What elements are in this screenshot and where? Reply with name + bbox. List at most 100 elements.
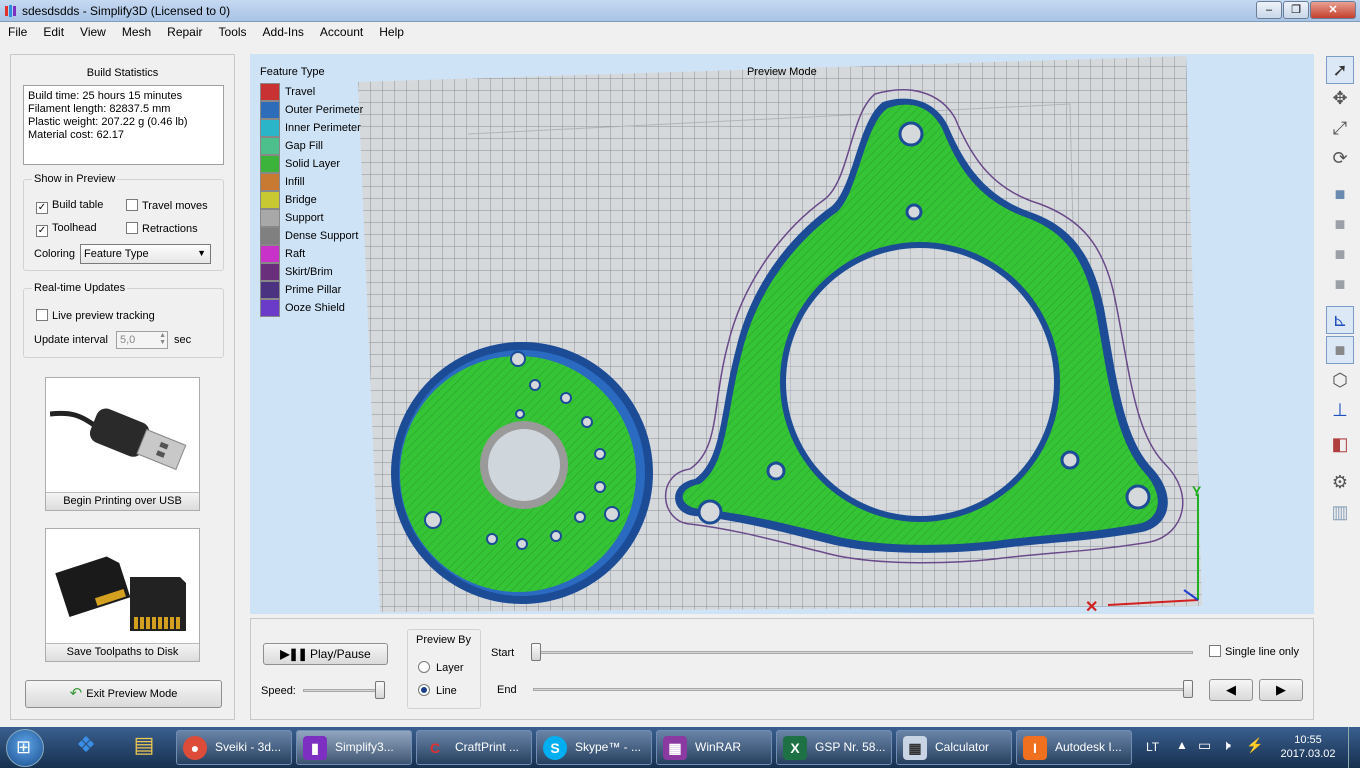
toolhead-option[interactable]: ✓ Toolhead (36, 222, 97, 237)
legend-swatch (260, 155, 280, 173)
build-table-option[interactable]: ✓ Build table (36, 199, 103, 214)
arrow-left-icon: ◀ (1226, 682, 1236, 697)
line-radio[interactable] (418, 684, 430, 696)
clock-date: 2017.03.02 (1280, 748, 1336, 760)
retractions-option[interactable]: Retractions (126, 222, 198, 235)
move-tool-icon[interactable]: ✥ (1326, 84, 1354, 112)
menu-add-ins[interactable]: Add-Ins (255, 22, 312, 39)
axes-toggle-icon[interactable]: ⊾ (1326, 306, 1354, 334)
maximize-button[interactable]: ❐ (1283, 1, 1309, 19)
coloring-dropdown[interactable]: Feature Type ▼ (80, 244, 211, 264)
cross-section-icon[interactable]: ◧ (1326, 430, 1354, 458)
single-line-option[interactable]: Single line only (1209, 645, 1299, 658)
menu-repair[interactable]: Repair (159, 22, 210, 39)
scale-tool-icon[interactable]: ⤢ (1326, 114, 1354, 142)
stat-build-time: Build time: 25 hours 15 minutes (28, 90, 183, 102)
live-preview-checkbox[interactable] (36, 309, 48, 321)
calculator-icon: ▦ (903, 736, 927, 760)
update-interval-spinbox[interactable]: 5,0 ▲ ▼ (116, 331, 168, 349)
legend-swatch (260, 119, 280, 137)
view-top-icon[interactable]: ■ (1326, 270, 1354, 298)
legend-swatch (260, 209, 280, 227)
view-front-icon[interactable]: ■ (1326, 210, 1354, 238)
menu-tools[interactable]: Tools (211, 22, 255, 39)
toolhead-checkbox[interactable]: ✓ (36, 225, 48, 237)
volume-icon[interactable]: 🕨 (1222, 737, 1231, 754)
single-line-checkbox[interactable] (1209, 645, 1221, 657)
step-forward-button[interactable]: ▶ (1259, 679, 1303, 701)
step-back-button[interactable]: ◀ (1209, 679, 1253, 701)
legend-swatch (260, 281, 280, 299)
svg-text:Y: Y (1192, 483, 1202, 499)
legend-title: Feature Type (260, 66, 325, 78)
update-interval-label: Update interval (34, 334, 108, 346)
network-icon[interactable]: ▭ (1198, 737, 1211, 754)
start-slider-track[interactable] (533, 651, 1193, 654)
start-slider-thumb[interactable] (531, 643, 541, 661)
build-table-checkbox[interactable]: ✓ (36, 202, 48, 214)
exit-preview-mode-button[interactable]: ↶ Exit Preview Mode (25, 680, 222, 708)
rotate-tool-icon[interactable]: ⟳ (1326, 144, 1354, 172)
dropbox-icon[interactable]: ❖ (70, 732, 102, 764)
svg-text:✕: ✕ (1085, 599, 1098, 614)
gear-icon[interactable]: ⚙ (1326, 468, 1354, 496)
build-statistics-box: Build time: 25 hours 15 minutes Filament… (23, 85, 224, 165)
speed-slider-track[interactable] (303, 689, 385, 692)
legend-swatch (260, 227, 280, 245)
task-excel[interactable]: X GSP Nr. 58... (776, 730, 892, 765)
task-autodesk[interactable]: I Autodesk I... (1016, 730, 1132, 765)
task-calculator[interactable]: ▦ Calculator (896, 730, 1012, 765)
small-disc-part[interactable] (391, 342, 653, 604)
menu-mesh[interactable]: Mesh (114, 22, 159, 39)
arrow-right-icon: ▶ (1276, 682, 1286, 697)
select-tool-icon[interactable]: ➚ (1326, 56, 1354, 84)
preview-viewport[interactable]: ✕ Y Feature Type Preview Mode Travel Out… (250, 54, 1314, 614)
file-explorer-icon[interactable]: ▤ (128, 732, 160, 764)
end-slider-track[interactable] (533, 688, 1193, 691)
power-icon[interactable]: ⚡ (1246, 737, 1263, 754)
retractions-checkbox[interactable] (126, 222, 138, 234)
task-skype[interactable]: S Skype™ - ... (536, 730, 652, 765)
task-simplify3d[interactable]: ▮ Simplify3... (296, 730, 412, 765)
spin-arrows-icon[interactable]: ▲ ▼ (159, 332, 166, 346)
preview-by-line[interactable]: Line (418, 684, 457, 697)
preview-by-layer[interactable]: Layer (418, 661, 464, 674)
menu-account[interactable]: Account (312, 22, 371, 39)
solid-view-icon[interactable]: ■ (1326, 336, 1354, 364)
task-winrar[interactable]: ▦ WinRAR (656, 730, 772, 765)
menu-help[interactable]: Help (371, 22, 412, 39)
speed-slider-thumb[interactable] (375, 681, 385, 699)
view-side-icon[interactable]: ■ (1326, 240, 1354, 268)
play-pause-button[interactable]: ▶❚❚ Play/Pause (263, 643, 388, 665)
task-craftprint[interactable]: C CraftPrint ... (416, 730, 532, 765)
save-toolpaths-disk-button[interactable]: Save Toolpaths to Disk (45, 528, 200, 662)
menu-view[interactable]: View (72, 22, 114, 39)
view-cube-icon[interactable]: ■ (1326, 180, 1354, 208)
travel-moves-checkbox[interactable] (126, 199, 138, 211)
tray-expand-icon[interactable]: ▲ (1176, 738, 1188, 752)
end-slider-thumb[interactable] (1183, 680, 1193, 698)
menu-edit[interactable]: Edit (35, 22, 72, 39)
start-button[interactable]: ⊞ (6, 729, 44, 767)
wireframe-view-icon[interactable]: ⬡ (1326, 366, 1354, 394)
normals-icon[interactable]: ⊥ (1326, 396, 1354, 424)
close-button[interactable]: ✕ (1310, 1, 1356, 19)
live-preview-option[interactable]: Live preview tracking (36, 309, 155, 322)
left-panel: Build Statistics Build time: 25 hours 15… (10, 54, 235, 720)
layer-radio[interactable] (418, 661, 430, 673)
preview-by-title: Preview By (416, 634, 472, 646)
build-plate-render[interactable]: ✕ Y (250, 54, 1314, 614)
real-time-updates-title: Real-time Updates (32, 282, 128, 294)
clock[interactable]: 10:55 2017.03.02 (1278, 733, 1338, 761)
taskbar: ⊞ ❖ ▤ ● Sveiki - 3d... ▮ Simplify3... C Cra… (0, 727, 1360, 768)
show-in-preview-title: Show in Preview (32, 173, 118, 185)
supports-icon[interactable]: ▥ (1326, 498, 1354, 526)
task-chrome[interactable]: ● Sveiki - 3d... (176, 730, 292, 765)
begin-printing-usb-button[interactable]: Begin Printing over USB (45, 377, 200, 511)
language-indicator[interactable]: LT (1146, 740, 1159, 754)
update-interval-unit: sec (174, 334, 192, 346)
show-desktop-button[interactable] (1348, 727, 1360, 768)
menu-file[interactable]: File (0, 22, 35, 39)
minimize-button[interactable]: – (1256, 1, 1282, 19)
travel-moves-option[interactable]: Travel moves (126, 199, 208, 212)
